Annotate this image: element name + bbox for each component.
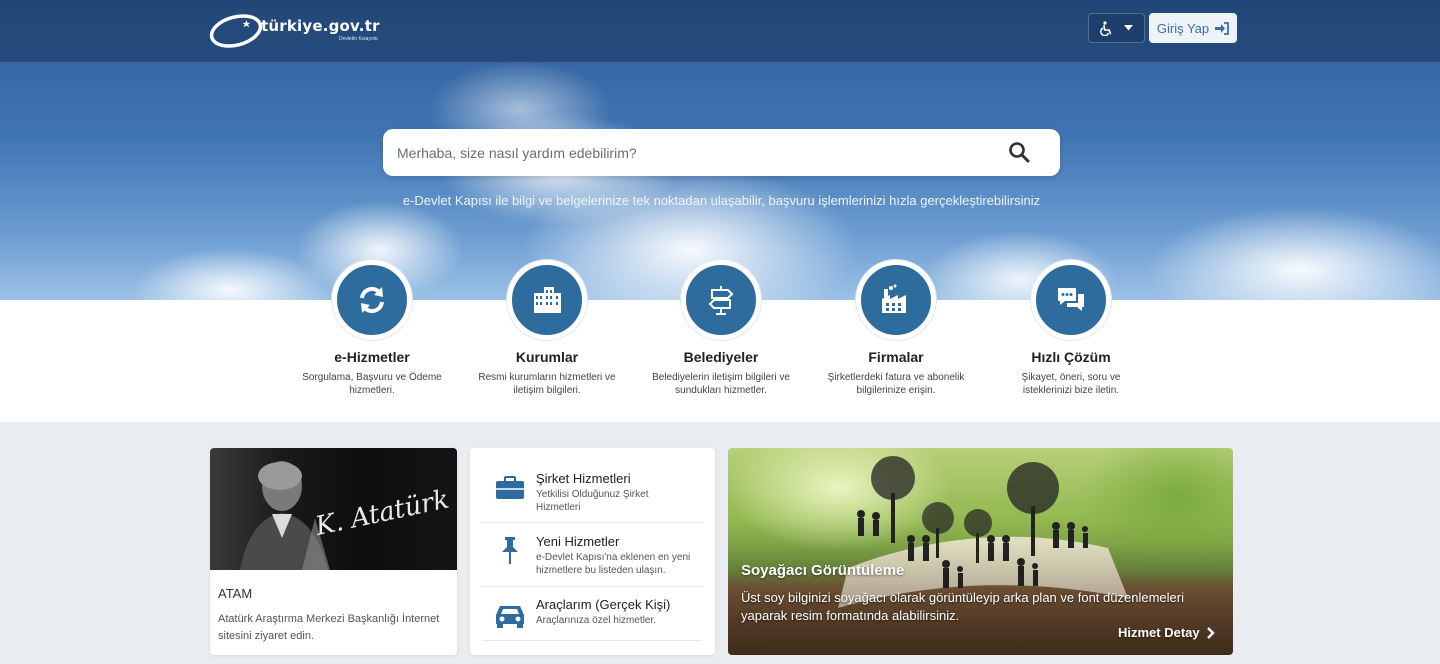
category-belediyeler[interactable]: Belediyeler Belediyelerin iletişim bilgi…: [641, 260, 801, 397]
service-title: Yeni Hizmetler: [536, 534, 620, 549]
feature-title: Soyağacı Görüntüleme: [741, 562, 905, 579]
category-firmalar[interactable]: Firmalar Şirketlerdeki fatura ve aboneli…: [816, 260, 976, 397]
category-desc: Şikayet, öneri, soru ve isteklerinizi bi…: [1021, 372, 1121, 396]
atam-signature: K. Atatürk: [312, 484, 452, 542]
hero-tagline: e-Devlet Kapısı ile bilgi ve belgelerini…: [402, 193, 1041, 208]
factory-icon: [882, 284, 906, 313]
search-icon[interactable]: [1008, 141, 1030, 163]
feature-card-soyagaci[interactable]: Soyağacı Görüntüleme Üst soy bilginizi s…: [728, 448, 1233, 655]
category-kurumlar[interactable]: Kurumlar Resmi kurumların hizmetleri ve …: [467, 260, 627, 397]
building-icon: [534, 287, 561, 313]
portrait-figure: K. Atatürk: [240, 461, 452, 570]
service-desc: Yetkilisi Olduğunuz Şirket Hizmetleri: [536, 489, 649, 513]
atam-card[interactable]: K. Atatürk ATAM Atatürk Araştırma Merkez…: [210, 448, 457, 655]
refresh-icon: [360, 286, 384, 314]
category-icon-circle: [332, 260, 412, 340]
accessibility-button[interactable]: [1088, 13, 1145, 43]
category-desc: Şirketlerdeki fatura ve abonelik bilgile…: [827, 372, 965, 396]
category-title: Belediyeler: [683, 349, 759, 365]
service-desc: e-Devlet Kapısı'na eklenen en yeni hizme…: [536, 552, 691, 576]
service-item-sirket[interactable]: Şirket Hizmetleri Yetkilisi Olduğunuz Şi…: [482, 468, 702, 523]
search-box: [383, 129, 1060, 176]
sign-in-icon: [1215, 21, 1230, 35]
pin-icon: [494, 534, 526, 566]
category-hizli-cozum[interactable]: Hızlı Çözüm Şikayet, öneri, soru ve iste…: [991, 260, 1151, 397]
feature-desc: Üst soy bilginizi soyağacı olarak görünt…: [741, 590, 1184, 623]
category-title: Hızlı Çözüm: [1031, 349, 1111, 365]
service-title: Şirket Hizmetleri: [536, 471, 631, 486]
category-title: e-Hizmetler: [334, 349, 410, 365]
atam-portrait-image: K. Atatürk: [210, 448, 457, 570]
service-item-yeni[interactable]: Yeni Hizmetler e-Devlet Kapısı'na eklene…: [482, 532, 702, 587]
site-logo[interactable]: türkiye.gov.tr Devletin Kısayolu: [209, 8, 389, 50]
services-card: Şirket Hizmetleri Yetkilisi Olduğunuz Şi…: [470, 448, 715, 655]
chat-icon: [1058, 288, 1084, 311]
category-title: Firmalar: [868, 349, 924, 365]
login-button[interactable]: Giriş Yap: [1149, 13, 1237, 43]
service-desc: Araçlarınıza özel hizmetler.: [536, 615, 657, 626]
feature-link-label: Hizmet Detay: [1118, 625, 1200, 640]
chevron-right-icon: [1206, 626, 1215, 639]
logo-text: türkiye.gov.tr: [261, 17, 380, 35]
category-icon-circle: [681, 260, 761, 340]
category-desc: Resmi kurumların hizmetleri ve iletişim …: [478, 372, 616, 396]
atam-desc: Atatürk Araştırma Merkezi Başkanlığı İnt…: [218, 613, 440, 642]
crescent-star-icon: [209, 14, 263, 48]
category-e-hizmetler[interactable]: e-Hizmetler Sorgulama, Başvuru ve Ödeme …: [292, 260, 452, 397]
login-label: Giriş Yap: [1156, 20, 1210, 36]
category-icon-circle: [856, 260, 936, 340]
category-icon-circle: [507, 260, 587, 340]
category-title: Kurumlar: [515, 349, 579, 365]
category-icon-circle: [1031, 260, 1111, 340]
atam-title: ATAM: [218, 586, 253, 601]
logo-subtext: Devletin Kısayolu: [339, 36, 378, 42]
chevron-down-icon: [1124, 25, 1133, 31]
service-title: Araçlarım (Gerçek Kişi): [536, 597, 671, 612]
feature-detail-link[interactable]: Hizmet Detay: [1118, 625, 1215, 640]
car-icon: [494, 599, 526, 631]
briefcase-icon: [494, 472, 526, 504]
signpost-icon: [708, 286, 734, 315]
category-desc: Belediyelerin iletişim bilgileri ve sund…: [652, 372, 790, 396]
category-desc: Sorgulama, Başvuru ve Ödeme hizmetleri.: [302, 372, 442, 396]
service-item-araclarim[interactable]: Araçlarım (Gerçek Kişi) Araçlarınıza öze…: [482, 595, 702, 641]
wheelchair-icon: [1100, 20, 1112, 36]
search-input[interactable]: [383, 129, 1011, 176]
